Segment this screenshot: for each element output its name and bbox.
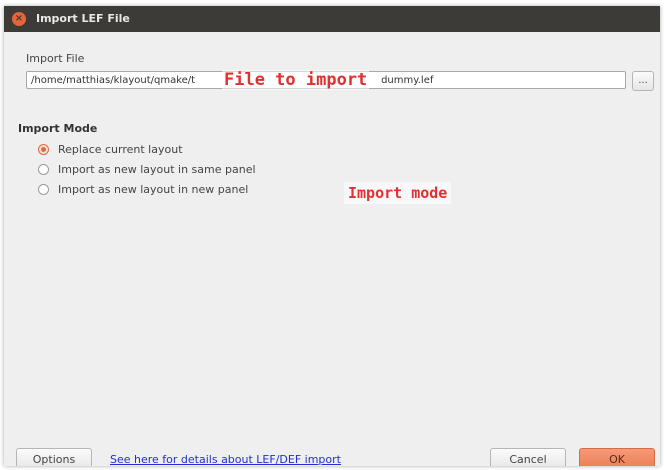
radio-button[interactable] (38, 163, 49, 175)
radio-new-layout-same-panel[interactable]: Import as new layout in same panel (38, 161, 256, 177)
browse-button[interactable]: ... (632, 71, 654, 91)
close-icon[interactable]: × (12, 12, 26, 26)
import-file-label: Import File (26, 52, 85, 65)
radio-label: Replace current layout (58, 142, 183, 156)
ok-button[interactable]: OK (579, 448, 655, 466)
radio-label: Import as new layout in new panel (58, 182, 249, 196)
radio-new-layout-new-panel[interactable]: Import as new layout in new panel (38, 181, 248, 197)
import-mode-title: Import Mode (18, 122, 98, 135)
cancel-button[interactable]: Cancel (490, 448, 566, 466)
import-mode-annotation: Import mode (344, 182, 452, 204)
radio-button-checked[interactable] (38, 143, 49, 155)
options-button[interactable]: Options (16, 448, 92, 466)
import-file-path-text: /home/matthias/klayout/qmake/t (31, 74, 196, 86)
import-file-path-suffix: dummy.lef (381, 74, 434, 86)
radio-replace-current-layout[interactable]: Replace current layout (38, 141, 183, 157)
lef-def-details-link[interactable]: See here for details about LEF/DEF impor… (110, 453, 341, 466)
import-lef-dialog: × Import LEF File Import File /home/matt… (4, 6, 660, 466)
radio-button[interactable] (38, 183, 49, 195)
radio-label: Import as new layout in same panel (58, 162, 256, 176)
window-title: Import LEF File (36, 12, 130, 25)
file-to-import-annotation: File to import (222, 70, 370, 90)
title-bar: × Import LEF File (4, 6, 660, 32)
